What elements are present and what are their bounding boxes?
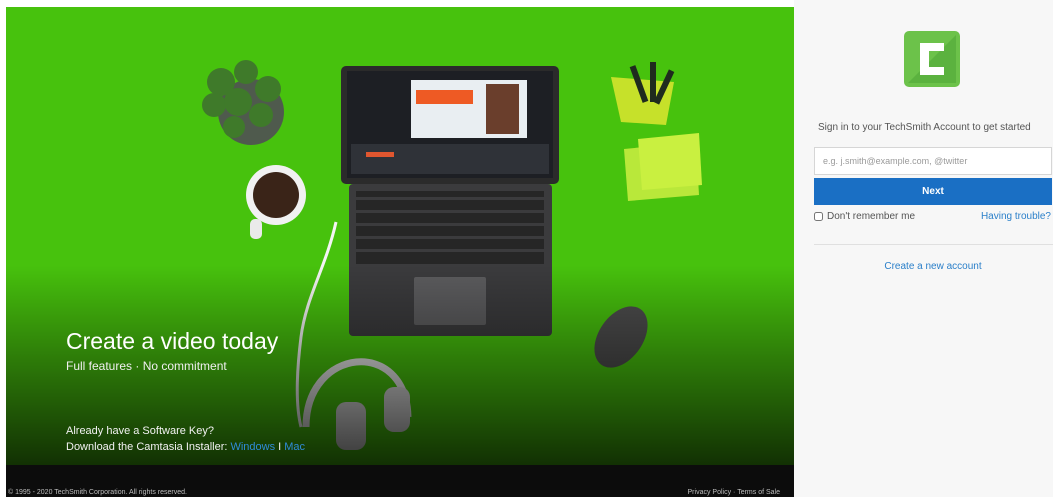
hero-subtitle: Full features · No commitment	[66, 359, 227, 373]
footer-copyright: © 1995 - 2020 TechSmith Corporation. All…	[8, 489, 187, 496]
hero-banner: Create a video today Full features · No …	[6, 7, 794, 465]
next-button[interactable]: Next	[814, 178, 1052, 205]
signin-prompt: Sign in to your TechSmith Account to get…	[818, 122, 1031, 133]
divider	[814, 244, 1053, 245]
dont-remember-checkbox[interactable]	[814, 212, 823, 221]
installer-mac-link[interactable]: Mac	[284, 441, 305, 453]
installer-line: Download the Camtasia Installer: Windows…	[66, 441, 305, 453]
dont-remember-option[interactable]: Don't remember me	[814, 211, 915, 222]
privacy-policy-link[interactable]: Privacy Policy	[688, 489, 732, 496]
terms-of-sale-link[interactable]: Terms of Sale	[737, 489, 780, 496]
having-trouble-link[interactable]: Having trouble?	[981, 211, 1051, 222]
footer-bar: © 1995 - 2020 TechSmith Corporation. All…	[6, 465, 794, 497]
camtasia-logo-icon	[904, 31, 960, 87]
installer-separator: I	[275, 441, 285, 453]
footer-links: Privacy Policy · Terms of Sale	[688, 489, 780, 496]
installer-windows-link[interactable]: Windows	[230, 441, 275, 453]
email-input[interactable]	[814, 147, 1052, 175]
signin-panel: Sign in to your TechSmith Account to get…	[794, 0, 1053, 497]
create-account-link[interactable]: Create a new account	[794, 261, 1053, 272]
hero-title: Create a video today	[66, 328, 279, 354]
dont-remember-label: Don't remember me	[827, 211, 916, 222]
installer-prefix: Download the Camtasia Installer:	[66, 441, 231, 453]
software-key-prompt: Already have a Software Key?	[66, 425, 214, 437]
